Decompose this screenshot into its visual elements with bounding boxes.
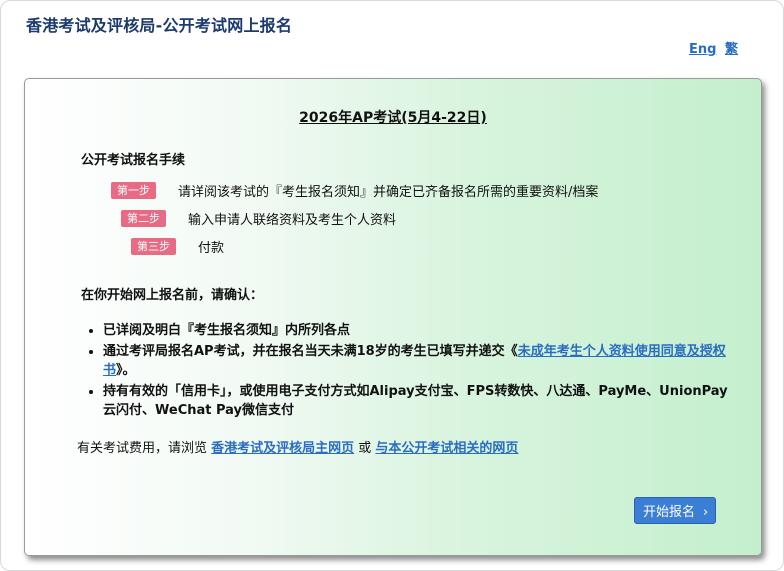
language-switcher: Eng 繁 [685, 38, 738, 57]
step-1: 第一步 请详阅该考试的『考生报名须知』并确定已齐备报名所需的重要资料/档案 [111, 181, 598, 200]
step-3: 第三步 付款 [131, 237, 224, 256]
confirm-item-3: 持有有效的「信用卡」，或使用电子支付方式如Alipay支付宝、FPS转数快、八达… [103, 382, 743, 420]
confirm-list: 已详阅及明白『考生报名须知』内所列各点 通过考评局报名AP考试，并在报名当天未满… [81, 321, 743, 422]
site-title: 香港考试及评核局-公开考试网上报名 [26, 16, 293, 35]
confirm-heading: 在你开始网上报名前，请确认： [81, 288, 264, 303]
confirm-item-2-text: 通过考评局报名AP考试，并在报名当天未满18岁的考生已填写并递交《 [103, 344, 518, 359]
step-1-badge: 第一步 [111, 182, 156, 199]
step-2: 第二步 输入申请人联络资料及考生个人资料 [121, 209, 396, 228]
confirm-item-2: 通过考评局报名AP考试，并在报名当天未满18岁的考生已填写并递交《未成年考生个人… [103, 342, 743, 380]
start-registration-button[interactable]: 开始报名 › [634, 497, 717, 524]
fees-note: 有关考试费用，请浏览 香港考试及评核局主网页 或 与本公开考试相关的网页 [77, 437, 518, 456]
fees-middle: 或 [354, 441, 376, 456]
procedure-heading: 公开考试报名手续 [81, 153, 186, 168]
exam-title: 2026年AP考试(5月4-22日) [299, 110, 487, 126]
confirm-item-2-suffix: 》。 [116, 363, 136, 378]
hkeaa-home-link[interactable]: 香港考试及评核局主网页 [211, 441, 354, 456]
start-registration-label: 开始报名 [643, 505, 696, 520]
step-1-text: 请详阅该考试的『考生报名须知』并确定已齐备报名所需的重要资料/档案 [178, 185, 599, 200]
step-3-badge: 第三步 [131, 238, 176, 255]
step-2-text: 输入申请人联络资料及考生个人资料 [188, 213, 397, 228]
lang-traditional-link[interactable]: 繁 [725, 42, 738, 57]
step-2-badge: 第二步 [121, 210, 166, 227]
confirm-item-1: 已详阅及明白『考生报名须知』内所列各点 [103, 321, 743, 340]
step-3-text: 付款 [198, 241, 225, 256]
fees-prefix: 有关考试费用，请浏览 [77, 441, 212, 456]
chevron-right-icon: › [703, 505, 709, 520]
registration-panel: 2026年AP考试(5月4-22日) 公开考试报名手续 第一步 请详阅该考试的『… [24, 78, 762, 556]
exam-related-page-link[interactable]: 与本公开考试相关的网页 [375, 441, 518, 456]
lang-english-link[interactable]: Eng [689, 42, 716, 57]
